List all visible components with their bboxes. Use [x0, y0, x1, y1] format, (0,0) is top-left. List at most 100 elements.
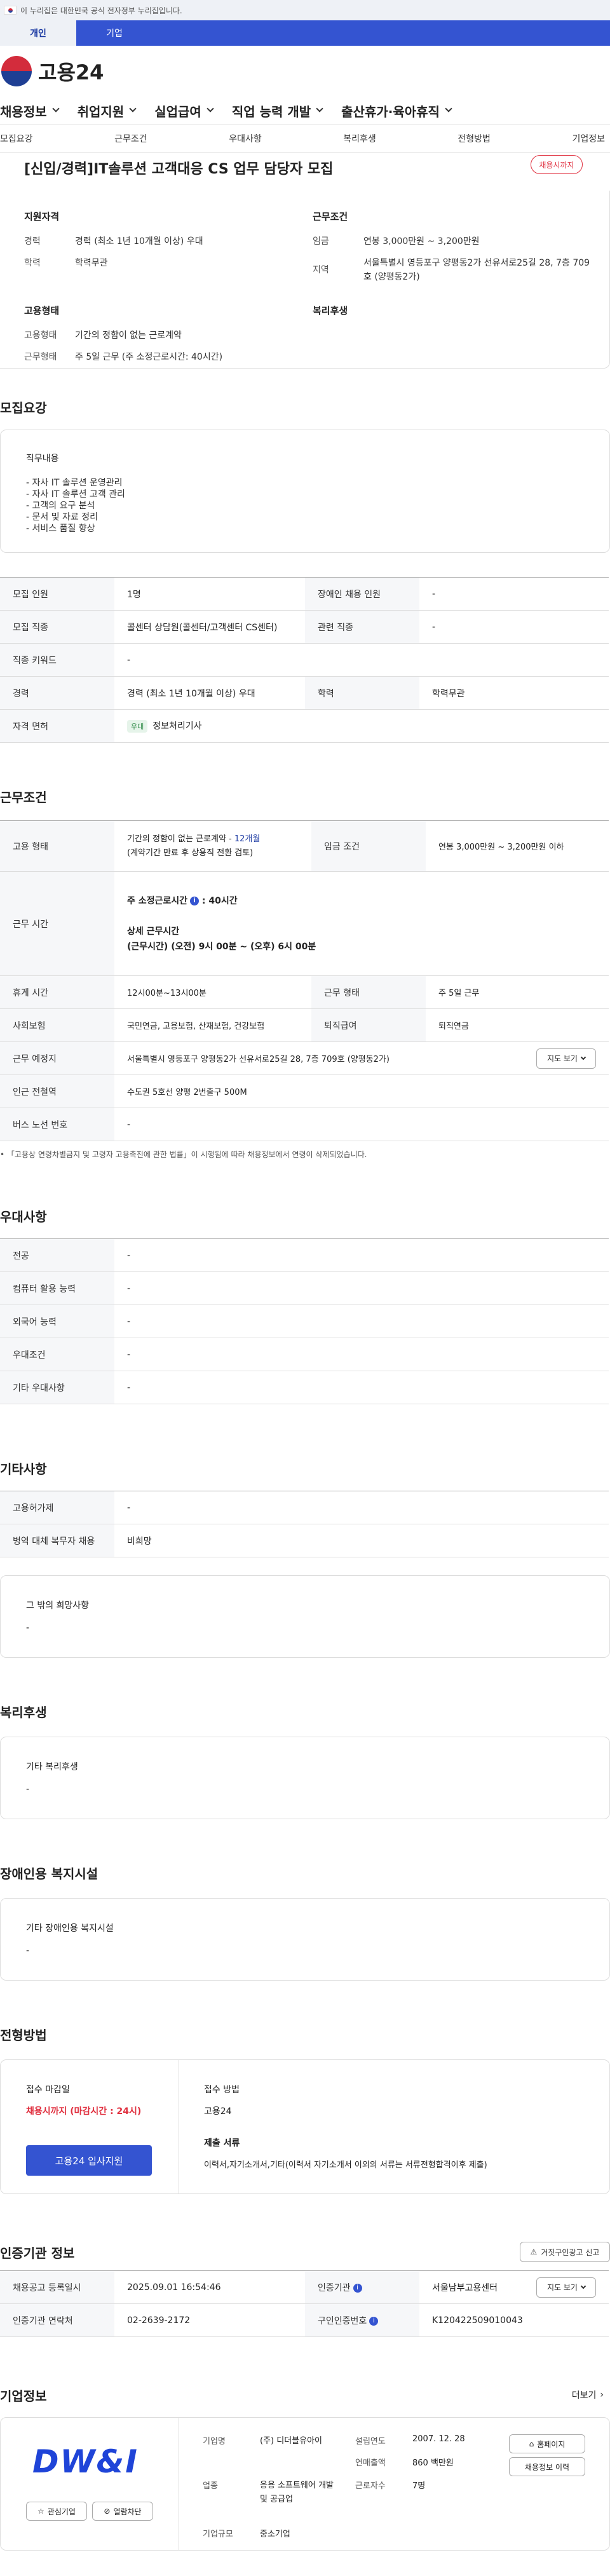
wish-value: - — [26, 1623, 30, 1633]
facility-box: 기타 장애인용 복지시설 - — [0, 1898, 610, 1981]
block-view-button[interactable]: ⊘ 열람차단 — [92, 2502, 153, 2521]
license-cell: 우대 정보처리기사 — [114, 709, 609, 743]
company-staff-label: 근로자수 — [355, 2481, 386, 2491]
alert-icon: ⚠ — [530, 2247, 538, 2256]
break-value: 12시00분~13시00분 — [114, 975, 311, 1009]
license-label: 자격 면허 — [0, 709, 114, 743]
subway-value: 수도권 5호선 양평 2번출구 500M — [114, 1074, 609, 1108]
certno-label: 구인인증번호 i — [305, 2303, 419, 2337]
duty-item: - 고객의 요구 분석 — [26, 501, 95, 511]
bus-label: 버스 노선 번호 — [0, 1108, 114, 1141]
certno-value: K120422509010043 — [419, 2303, 609, 2337]
pref-other-value: - — [114, 1371, 609, 1404]
summary-wage-label: 임금 — [313, 236, 329, 247]
company-size-value: 중소기업 — [260, 2530, 290, 2539]
star-icon: ☆ — [37, 2507, 44, 2516]
nav-jobs-label: 채용정보 — [0, 104, 47, 119]
anchor-work[interactable]: 근무조건 — [114, 132, 147, 145]
disabled-value: - — [419, 577, 609, 611]
hours-main: 주 소정근로시간 i : 40시간 — [127, 893, 596, 909]
summary-region-label: 지역 — [313, 265, 329, 275]
permit-label: 고용허가제 — [0, 1491, 114, 1524]
tab-company[interactable]: 기업 — [76, 20, 152, 46]
report-button[interactable]: ⚠ 거짓구인광고 신고 — [520, 2242, 610, 2262]
pref-table: 전공 - 컴퓨터 활용 능력 - 외국어 능력 - 우대조건 - 기타 우대사항 - — [0, 1238, 609, 1404]
duty-list: - 자사 IT 솔루션 운영관리 - 자사 IT 솔루션 고객 관리 - 고객의… — [26, 477, 584, 534]
nav-unemployment[interactable]: 실업급여 — [154, 102, 214, 120]
apply-button[interactable]: 고용24 입사지원 — [26, 2145, 152, 2176]
subway-label: 인근 전철역 — [0, 1074, 114, 1108]
hours-cell: 주 소정근로시간 i : 40시간 상세 근무시간 (근무시간) (오전) 9시 … — [114, 871, 609, 976]
tab-personal[interactable]: 개인 — [0, 20, 76, 46]
homepage-button-label: 홈페이지 — [537, 2439, 566, 2449]
summary-qualification: 지원자격 경력 경력 (최소 1년 10개월 이상) 우대 학력 학력무관 — [24, 210, 272, 278]
chevron-down-icon — [207, 105, 214, 112]
nav-parental-leave[interactable]: 출산휴가·육아휴직 — [341, 102, 452, 120]
summary-region-value: 서울특별시 영등포구 양평동2가 선유서로25길 28, 7층 709호 (양평… — [363, 258, 590, 282]
recruit-table: 모집 인원 1명 장애인 채용 인원 - 모집 직종 콜센터 상담원(콜센터/고… — [0, 577, 609, 743]
other-section-title: 기타사항 — [0, 1461, 47, 1477]
summary-welfare: 복리후생 — [313, 304, 560, 329]
interest-company-button[interactable]: ☆ 관심기업 — [26, 2502, 87, 2521]
pref-major-label: 전공 — [0, 1238, 114, 1272]
duty-item: - 자사 IT 솔루션 고객 관리 — [26, 489, 125, 499]
anchor-company[interactable]: 기업정보 — [572, 132, 605, 145]
age-note-text: 「고용상 연령차별금지 및 고령자 고용촉진에 관한 법률」이 시행됨에 따라 … — [6, 1150, 367, 1159]
pref-condition-value: - — [114, 1338, 609, 1371]
anchor-recruit[interactable]: 모집요강 — [0, 132, 33, 145]
info-icon[interactable]: i — [353, 2283, 362, 2293]
korea-flag-icon — [4, 6, 17, 15]
summary-employment: 고용형태 고용형태 기간의 정함이 없는 근로계약 근무형태 주 5일 근무 (주 … — [24, 304, 272, 372]
user-type-tabs: 개인 기업 — [0, 20, 610, 46]
summary-education-label: 학력 — [24, 258, 41, 268]
gov-banner-text: 이 누리집은 대한민국 공식 전자정부 누리집입니다. — [20, 6, 182, 15]
home-icon: ⌂ — [529, 2439, 534, 2448]
agency-map-label: 지도 보기 — [547, 2283, 578, 2292]
deadline-badge: 채용시까지 — [531, 155, 583, 174]
jobs-history-button[interactable]: 채용정보 이력 — [509, 2457, 585, 2476]
site-logo[interactable]: 고용24 — [0, 46, 610, 97]
break-label: 휴게 시간 — [0, 975, 114, 1009]
place-value: 서울특별시 영등포구 양평동2가 선유서로25길 28, 7층 709호 (양평… — [127, 1055, 390, 1064]
pref-language-value: - — [114, 1305, 609, 1338]
homepage-button[interactable]: ⌂ 홈페이지 — [509, 2434, 585, 2453]
permit-value: - — [114, 1491, 609, 1524]
info-icon[interactable]: i — [190, 896, 200, 905]
emp-type-text: 기간의 정함이 없는 근로계약 - — [127, 834, 234, 844]
info-icon[interactable]: i — [369, 2316, 379, 2326]
company-size-label: 기업규모 — [203, 2530, 233, 2539]
license-value: 정보처리기사 — [152, 721, 202, 731]
chevron-down-icon — [129, 105, 137, 112]
summary-worktype-label: 근무형태 — [24, 352, 57, 362]
job-title: [신입/경력]IT솔루션 고객대응 CS 업무 담당자 모집 — [24, 161, 334, 177]
nav-employment-support[interactable]: 취업지원 — [78, 102, 137, 120]
docs-title: 제출 서류 — [204, 2138, 240, 2148]
summary-conditions: 근무조건 임금 연봉 3,000만원 ~ 3,200만원 지역 서울특별시 영등포구… — [313, 210, 592, 292]
headcount-label: 모집 인원 — [0, 577, 114, 611]
bus-value: - — [114, 1108, 609, 1141]
disabled-label: 장애인 채용 인원 — [305, 577, 419, 611]
agency-map-button[interactable]: 지도 보기 — [536, 2277, 596, 2298]
education-label: 학력 — [305, 676, 419, 710]
worktype-label: 근무 형태 — [311, 975, 426, 1009]
hours-label: 근무 시간 — [0, 871, 114, 976]
duty-item: - 문서 및 자료 정리 — [26, 512, 98, 522]
company-sales-label: 연매출액 — [355, 2458, 386, 2468]
duty-item: - 자사 IT 솔루션 운영관리 — [26, 478, 123, 488]
company-staff-value: 7명 — [412, 2481, 426, 2491]
nav-training[interactable]: 직업 능력 개발 — [232, 102, 323, 120]
section-anchor-tabs: 모집요강 근무조건 우대사항 복리후생 전형방법 기업정보 — [0, 125, 610, 153]
anchor-selection[interactable]: 전형방법 — [458, 132, 491, 145]
anchor-welfare[interactable]: 복리후생 — [343, 132, 376, 145]
cert-header: 인증기관 정보 ⚠ 거짓구인광고 신고 — [0, 2239, 610, 2265]
company-header: 기업정보 더보기 › — [0, 2382, 610, 2408]
insurance-label: 사회보험 — [0, 1008, 114, 1042]
wish-box: 그 밖의 희망사항 - — [0, 1575, 610, 1658]
company-more-link[interactable]: 더보기 › — [572, 2389, 610, 2401]
gov-banner: 이 누리집은 대한민국 공식 전자정부 누리집입니다. — [0, 0, 610, 20]
map-view-button[interactable]: 지도 보기 — [536, 1048, 596, 1069]
other-table: 고용허가제 - 병역 대체 복무자 채용 비희망 — [0, 1491, 609, 1557]
military-label: 병역 대체 복무자 채용 — [0, 1524, 114, 1557]
anchor-preference[interactable]: 우대사항 — [229, 132, 262, 145]
nav-jobs[interactable]: 채용정보 — [0, 102, 60, 120]
